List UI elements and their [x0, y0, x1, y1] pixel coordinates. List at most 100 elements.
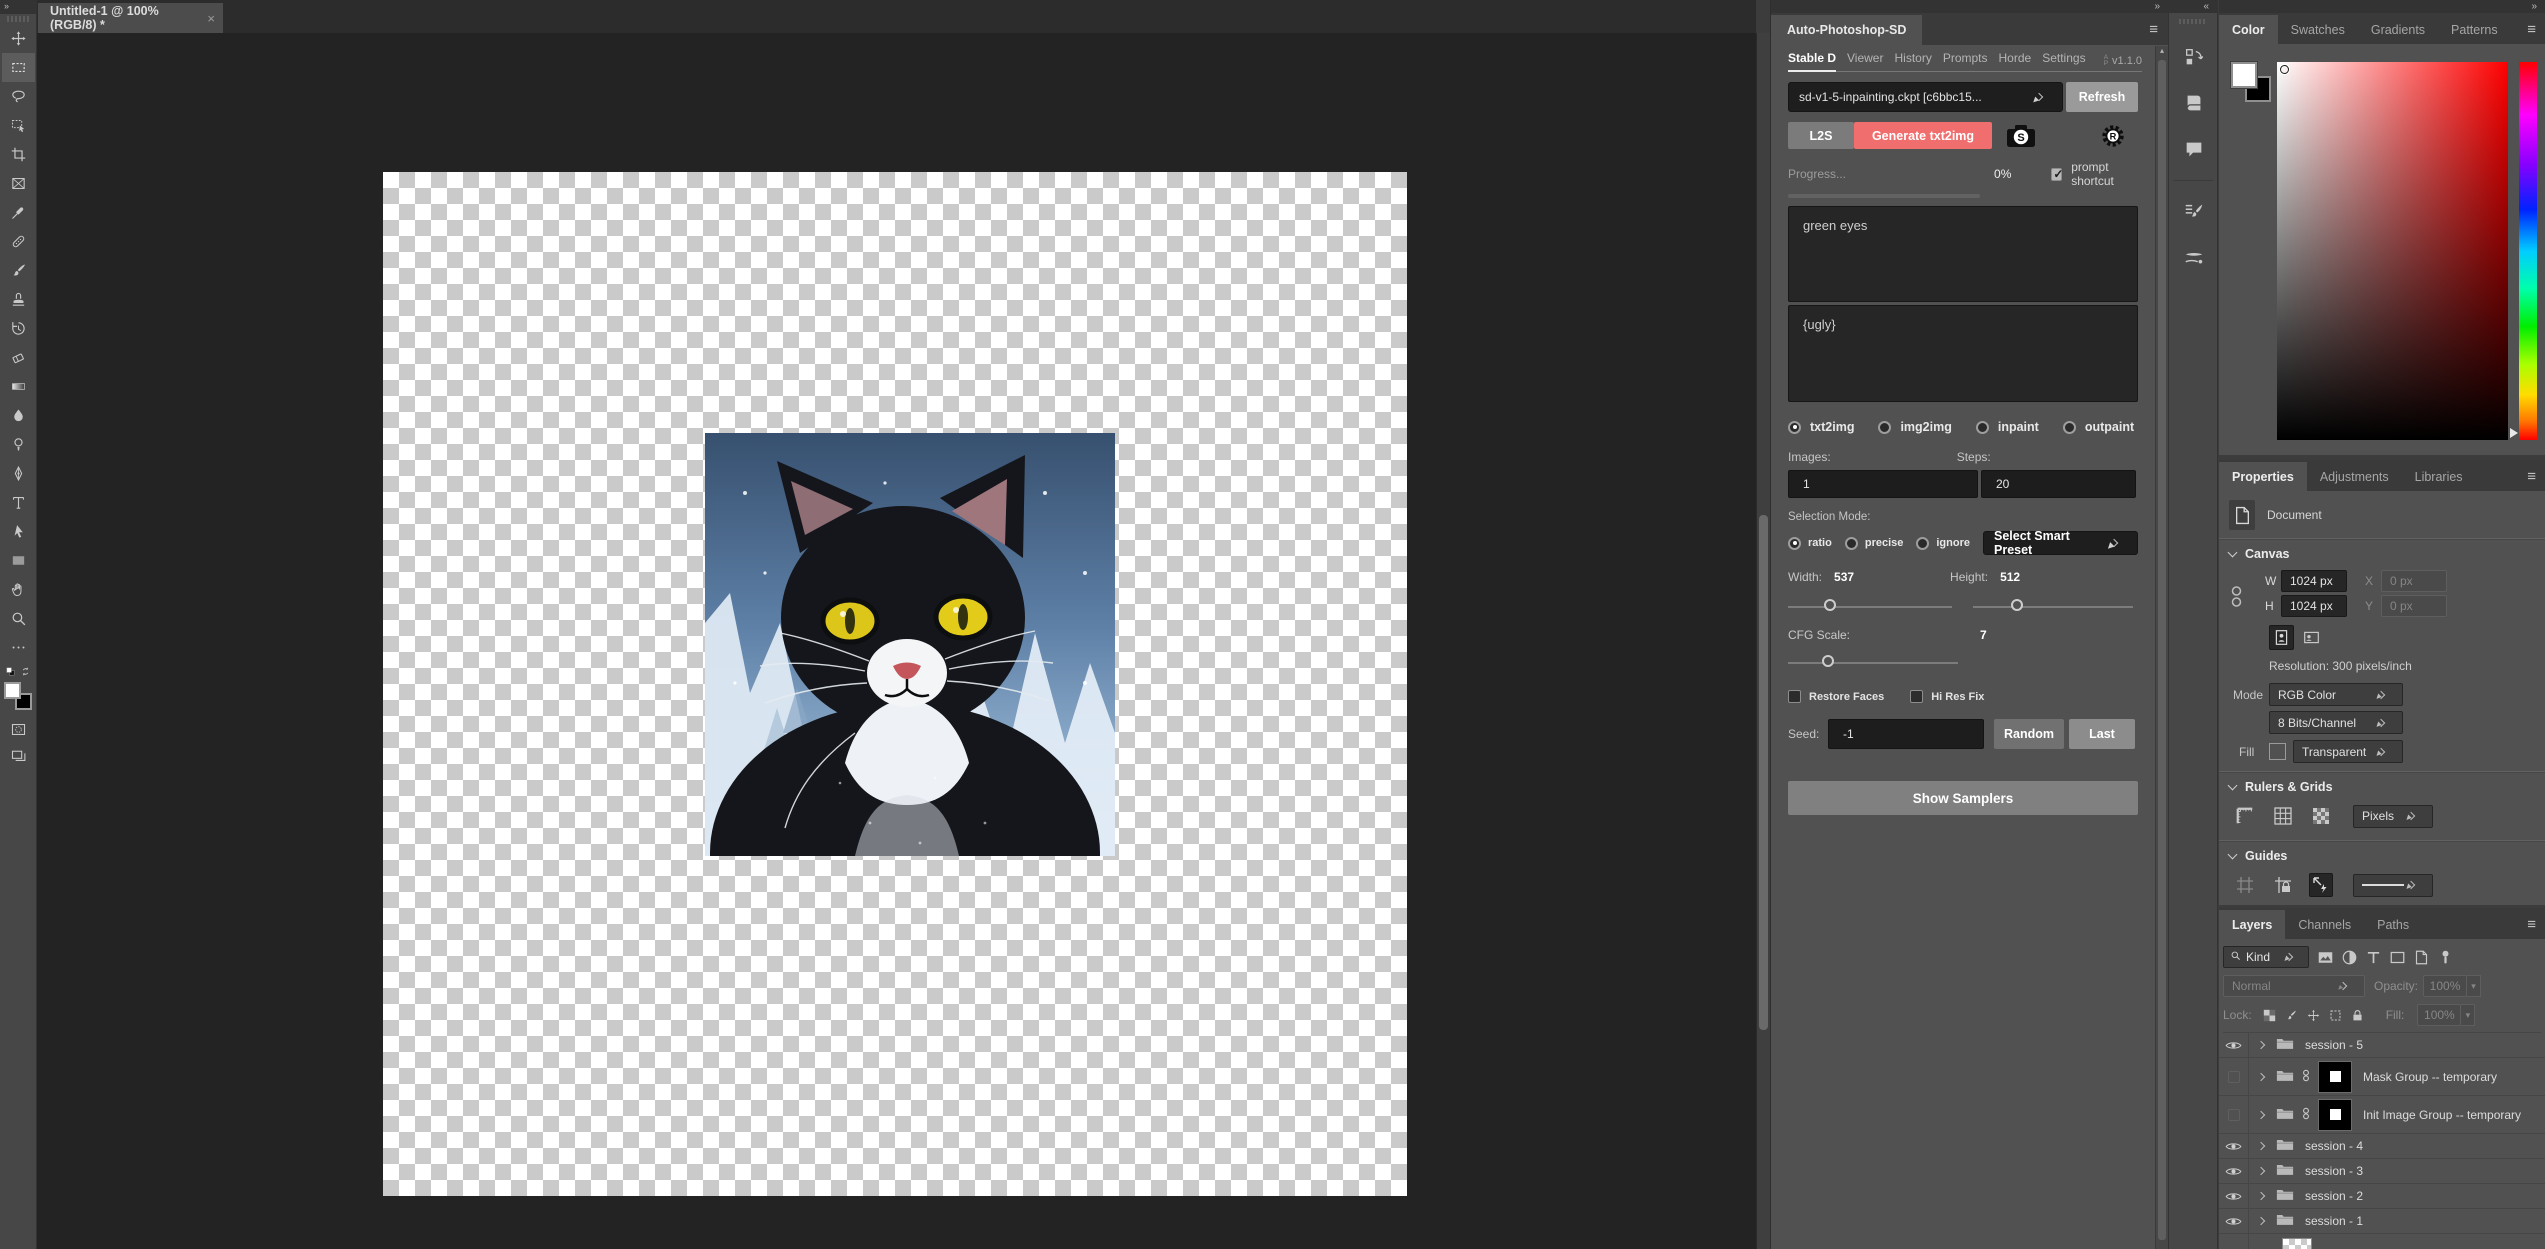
layer-name[interactable]: Init Image Group -- temporary [2363, 1108, 2521, 1122]
gradient-tool[interactable] [2, 372, 35, 401]
layer-row[interactable]: Init Image Group -- temporary [2219, 1096, 2545, 1134]
layer-visibility-toggle[interactable] [2219, 1234, 2249, 1249]
grid-icon[interactable] [2271, 804, 2295, 828]
prompt-textarea[interactable]: green eyes [1788, 206, 2138, 302]
object-selection-tool[interactable] [2, 111, 35, 140]
mode-outpaint-radio[interactable]: outpaint [2063, 420, 2134, 434]
mode-inpaint-radio[interactable]: inpaint [1976, 420, 2039, 434]
panel-grip[interactable] [7, 16, 29, 22]
layer-visibility-toggle[interactable] [2219, 1058, 2249, 1095]
layer-row[interactable]: session - 5 [2219, 1033, 2545, 1058]
layer-row[interactable]: session - 4 [2219, 1134, 2545, 1159]
show-samplers-button[interactable]: Show Samplers [1788, 781, 2138, 815]
layer-visibility-eye-icon[interactable] [2219, 1159, 2249, 1183]
clone-stamp-tool[interactable] [2, 285, 35, 314]
units-select[interactable]: Pixels ▾ [2353, 805, 2433, 828]
crop-tool[interactable] [2, 140, 35, 169]
layer-name[interactable]: session - 5 [2305, 1038, 2363, 1052]
link-dimensions-icon[interactable] [2231, 582, 2242, 615]
collapse-section-icon[interactable] [2228, 781, 2238, 791]
brush-tool[interactable] [2, 256, 35, 285]
canvas[interactable] [383, 172, 1407, 1196]
images-input[interactable]: 1 [1788, 470, 1978, 498]
scroll-up-icon[interactable]: ▴ [2156, 46, 2168, 58]
panel-menu-icon[interactable]: ≡ [2527, 916, 2536, 933]
foreground-background-swatches[interactable] [4, 682, 32, 710]
pin-filter-icon[interactable] [2435, 947, 2455, 967]
tab-libraries[interactable]: Libraries [2402, 462, 2476, 491]
landscape-orientation-button[interactable] [2299, 625, 2324, 650]
sd-tab-viewer[interactable]: Viewer [1847, 51, 1883, 67]
height-slider[interactable] [1973, 606, 2133, 608]
default-colors-icon[interactable] [5, 666, 16, 680]
radio-icon[interactable] [1976, 421, 1989, 434]
lock-artboard-icon[interactable] [2326, 1006, 2345, 1024]
slider-thumb[interactable] [2011, 599, 2023, 611]
lock-transparent-icon[interactable] [2260, 1006, 2279, 1024]
prompt-shortcut-checkbox[interactable] [2051, 168, 2062, 181]
layer-visibility-toggle[interactable] [2219, 1096, 2249, 1133]
layer-row[interactable]: Mask Group -- temporary [2219, 1058, 2545, 1096]
edit-toolbar[interactable] [2, 633, 35, 662]
collapse-left-icon[interactable]: « [2203, 0, 2209, 13]
bit-depth-select[interactable]: 8 Bits/Channel ▾ [2269, 711, 2403, 734]
tab-swatches[interactable]: Swatches [2278, 15, 2358, 44]
tab-properties[interactable]: Properties [2219, 462, 2307, 491]
hand-tool[interactable] [2, 575, 35, 604]
random-seed-button[interactable]: Random [1994, 719, 2064, 749]
history-icon[interactable] [2169, 34, 2219, 80]
document-vertical-scrollbar[interactable] [1756, 33, 1770, 1249]
tab-color[interactable]: Color [2219, 15, 2278, 44]
lock-all-icon[interactable] [2348, 1006, 2367, 1024]
refresh-button[interactable]: Refresh [2066, 82, 2138, 112]
sd-tab-stable-d[interactable]: Stable D [1788, 51, 1836, 72]
tab-gradients[interactable]: Gradients [2358, 15, 2438, 44]
selection-ratio-radio[interactable]: ratio [1788, 537, 1832, 550]
collapse-section-icon[interactable] [2228, 548, 2238, 558]
expand-chevron-icon[interactable] [2257, 1192, 2265, 1200]
radio-icon[interactable] [1788, 537, 1801, 550]
layer-row[interactable] [2219, 1234, 2545, 1249]
radio-icon[interactable] [1845, 537, 1858, 550]
color-picker-ring[interactable] [2280, 65, 2289, 74]
adjustment-filter-icon[interactable] [2339, 947, 2359, 967]
document-tab[interactable]: Untitled-1 @ 100% (RGB/8) * × [38, 3, 223, 33]
quick-mask-icon[interactable] [2, 716, 35, 742]
expand-chevron-icon[interactable] [2257, 1167, 2265, 1175]
sd-tab-settings[interactable]: Settings [2042, 51, 2085, 67]
expand-chevron-icon[interactable] [2257, 1110, 2265, 1118]
last-seed-button[interactable]: Last [2069, 719, 2135, 749]
rectangular-marquee-tool[interactable] [2, 53, 35, 82]
smartobject-filter-icon[interactable] [2411, 947, 2431, 967]
panel-menu-icon[interactable]: ≡ [2149, 21, 2158, 38]
guide-line-style-select[interactable]: ▾ [2353, 874, 2433, 897]
scrollbar-thumb[interactable] [2158, 60, 2166, 1240]
radio-icon[interactable] [1916, 537, 1929, 550]
path-selection-tool[interactable] [2, 517, 35, 546]
layer-name[interactable]: session - 3 [2305, 1164, 2363, 1178]
layer-visibility-eye-icon[interactable] [2219, 1184, 2249, 1208]
zoom-tool[interactable] [2, 604, 35, 633]
model-select[interactable]: sd-v1-5-inpainting.ckpt [c6bbc15... ▾ [1788, 82, 2063, 112]
radio-icon[interactable] [1788, 421, 1801, 434]
lasso-tool[interactable] [2, 82, 35, 111]
type-filter-icon[interactable] [2363, 947, 2383, 967]
seed-input[interactable]: -1 [1828, 719, 1984, 749]
hue-strip[interactable] [2519, 62, 2537, 440]
restore-faces-checkbox[interactable] [1788, 690, 1801, 703]
shape-filter-icon[interactable] [2387, 947, 2407, 967]
eyedropper-tool[interactable] [2, 198, 35, 227]
layer-name[interactable]: Mask Group -- temporary [2363, 1070, 2497, 1084]
guides-section-header[interactable]: Guides [2219, 841, 2545, 869]
fill-swatch[interactable] [2269, 743, 2286, 760]
expand-panel-icon[interactable]: » [0, 0, 36, 14]
l2s-button[interactable]: L2S [1788, 122, 1854, 149]
color-mode-select[interactable]: RGB Color ▾ [2269, 683, 2403, 706]
panel-menu-icon[interactable]: ≡ [2527, 21, 2536, 38]
mode-txt2img-radio[interactable]: txt2img [1788, 420, 1854, 434]
transparency-grid-icon[interactable] [2309, 804, 2333, 828]
canvas-width-input[interactable]: 1024 px [2281, 570, 2347, 592]
layer-row[interactable]: session - 1 [2219, 1209, 2545, 1234]
image-filter-icon[interactable] [2315, 947, 2335, 967]
layer-visibility-eye-icon[interactable] [2219, 1209, 2249, 1233]
